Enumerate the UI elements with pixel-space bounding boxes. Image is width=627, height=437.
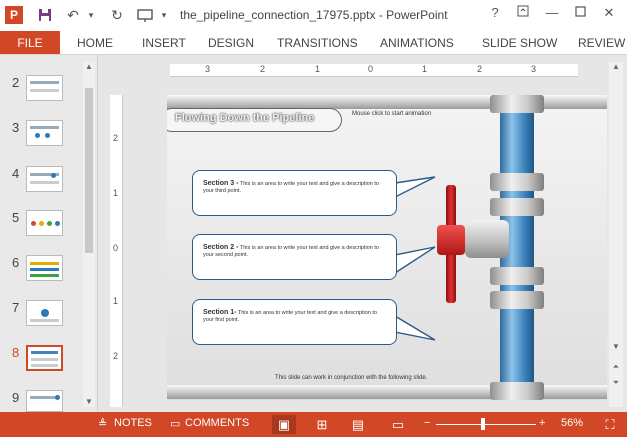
tab-file[interactable]: FILE xyxy=(0,31,60,54)
previous-slide-icon[interactable]: ⏶ xyxy=(610,362,622,372)
scroll-up-icon[interactable]: ▲ xyxy=(83,62,95,72)
slide-thumbnail-2[interactable] xyxy=(26,75,63,101)
fit-slide-icon[interactable]: ⛶ xyxy=(598,415,622,434)
section-heading: Section 2 - xyxy=(203,244,239,251)
pipe-coupling xyxy=(490,382,544,400)
animation-hint: Mouse click to start animation xyxy=(352,111,432,117)
slide-thumbnail-9[interactable] xyxy=(26,390,63,412)
pipe-coupling xyxy=(490,267,544,285)
ruler-label: 1 xyxy=(113,296,119,306)
ruler-label: 2 xyxy=(113,133,119,143)
callout-tail xyxy=(395,176,436,198)
thumbnail-number: 2 xyxy=(12,75,20,90)
notes-icon[interactable]: ≜ xyxy=(98,417,107,430)
slide-title: Flowing Down the Pipeline xyxy=(175,112,315,124)
zoom-in-button[interactable]: + xyxy=(539,417,545,429)
zoom-slider[interactable] xyxy=(436,424,536,425)
close-button[interactable]: ✕ xyxy=(598,5,620,21)
document-title: the_pipeline_connection_17975.pptx - Pow… xyxy=(180,8,448,22)
zoom-level[interactable]: 56% xyxy=(561,417,583,429)
slide-canvas[interactable]: Flowing Down the Pipeline Mouse click to… xyxy=(167,95,607,400)
slide-thumbnail-8[interactable] xyxy=(26,345,63,371)
valve-cap xyxy=(437,225,465,255)
ruler-label: 2 xyxy=(260,64,266,74)
slide-sorter-icon[interactable]: ⊞ xyxy=(310,415,334,434)
pipe-coupling xyxy=(490,173,544,191)
thumbnail-number: 6 xyxy=(12,255,20,270)
ruler-label: 1 xyxy=(315,64,321,74)
thumbnail-number: 4 xyxy=(12,166,20,181)
scroll-down-icon[interactable]: ▼ xyxy=(610,342,622,352)
slide-show-icon[interactable]: ▭ xyxy=(386,415,410,434)
section-1-callout[interactable]: Section 1- This is an area to write your… xyxy=(192,299,397,345)
status-bar: ≜ NOTES ▭ COMMENTS ▣ ⊞ ▤ ▭ − + 56% ⛶ xyxy=(0,412,627,437)
minimize-button[interactable]: — xyxy=(541,5,563,20)
ruler-label: 2 xyxy=(113,351,119,361)
normal-view-icon[interactable]: ▣ xyxy=(272,415,296,434)
ribbon-display-options-button[interactable] xyxy=(512,5,534,20)
ruler-label: 2 xyxy=(477,64,483,74)
ruler-label: 1 xyxy=(113,188,119,198)
callout-tail xyxy=(395,246,436,274)
next-slide-icon[interactable]: ⏷ xyxy=(610,378,622,388)
horizontal-ruler: 3 2 1 0 1 2 3 xyxy=(170,64,578,77)
help-button[interactable]: ? xyxy=(484,5,506,20)
ruler-label: 1 xyxy=(422,64,428,74)
slide-thumbnail-5[interactable] xyxy=(26,210,63,236)
zoom-out-button[interactable]: − xyxy=(424,417,430,429)
thumbnails-scrollbar[interactable]: ▲ ▼ xyxy=(83,62,95,407)
thumbnail-number-active: 8 xyxy=(12,345,20,360)
thumbnail-number: 5 xyxy=(12,210,20,225)
callout-tail xyxy=(395,315,436,341)
section-2-callout[interactable]: Section 2 - This is an area to write you… xyxy=(192,234,397,280)
ruler-label: 3 xyxy=(531,64,537,74)
tab-animations[interactable]: ANIMATIONS xyxy=(380,36,454,50)
thumbnail-number: 7 xyxy=(12,300,20,315)
thumbnail-number: 9 xyxy=(12,390,20,405)
tab-slide-show[interactable]: SLIDE SHOW xyxy=(482,36,557,50)
ruler-label: 0 xyxy=(368,64,374,74)
present-from-start-icon[interactable] xyxy=(136,6,154,24)
scroll-down-icon[interactable]: ▼ xyxy=(83,397,95,407)
slide-thumbnail-4[interactable] xyxy=(26,166,63,192)
pipe-coupling xyxy=(490,291,544,309)
slide-title-pill[interactable]: Flowing Down the Pipeline xyxy=(167,108,342,132)
reading-view-icon[interactable]: ▤ xyxy=(346,415,370,434)
comments-icon[interactable]: ▭ xyxy=(170,417,180,430)
tab-review[interactable]: REVIEW xyxy=(578,36,625,50)
scrollbar-thumb[interactable] xyxy=(85,88,93,253)
slide-thumbnail-6[interactable] xyxy=(26,255,63,281)
section-heading: Section 1- xyxy=(203,309,237,316)
scroll-up-icon[interactable]: ▲ xyxy=(610,62,622,72)
zoom-slider-thumb[interactable] xyxy=(481,418,485,430)
undo-icon[interactable]: ↶ xyxy=(64,6,82,24)
redo-icon[interactable]: ↻ xyxy=(108,6,126,24)
comments-button[interactable]: COMMENTS xyxy=(185,417,249,429)
slide-footer-note: This slide can work in conjunction with … xyxy=(275,375,428,381)
undo-dropdown-icon[interactable]: ▾ xyxy=(82,6,100,24)
thumbnail-number: 3 xyxy=(12,120,20,135)
maximize-button[interactable] xyxy=(569,5,591,20)
tab-home[interactable]: HOME xyxy=(77,36,113,50)
powerpoint-logo-icon: P xyxy=(5,6,23,24)
tab-design[interactable]: DESIGN xyxy=(208,36,254,50)
valve-body xyxy=(465,220,509,258)
ribbon-tabs: FILE HOME INSERT DESIGN TRANSITIONS ANIM… xyxy=(0,31,627,55)
pipe-coupling xyxy=(490,198,544,216)
save-icon[interactable] xyxy=(36,6,54,24)
slide-thumbnail-7[interactable] xyxy=(26,300,63,326)
tab-insert[interactable]: INSERT xyxy=(142,36,186,50)
tab-transitions[interactable]: TRANSITIONS xyxy=(277,36,358,50)
section-3-callout[interactable]: Section 3 - This is an area to write you… xyxy=(192,170,397,216)
slide-thumbnail-3[interactable] xyxy=(26,120,63,146)
ruler-label: 3 xyxy=(205,64,211,74)
title-bar: P ↶ ▾ ↻ ▾ the_pipeline_connection_17975.… xyxy=(0,0,627,31)
vertical-ruler: 2 1 0 1 2 xyxy=(110,95,123,407)
customize-toolbar-icon[interactable]: ▾ xyxy=(155,6,173,24)
section-heading: Section 3 - xyxy=(203,180,239,187)
notes-button[interactable]: NOTES xyxy=(114,417,152,429)
ruler-label: 0 xyxy=(113,243,119,253)
pipe-coupling xyxy=(490,95,544,113)
editor-scrollbar[interactable]: ▲ ▼ ⏶ ⏷ xyxy=(609,62,623,407)
